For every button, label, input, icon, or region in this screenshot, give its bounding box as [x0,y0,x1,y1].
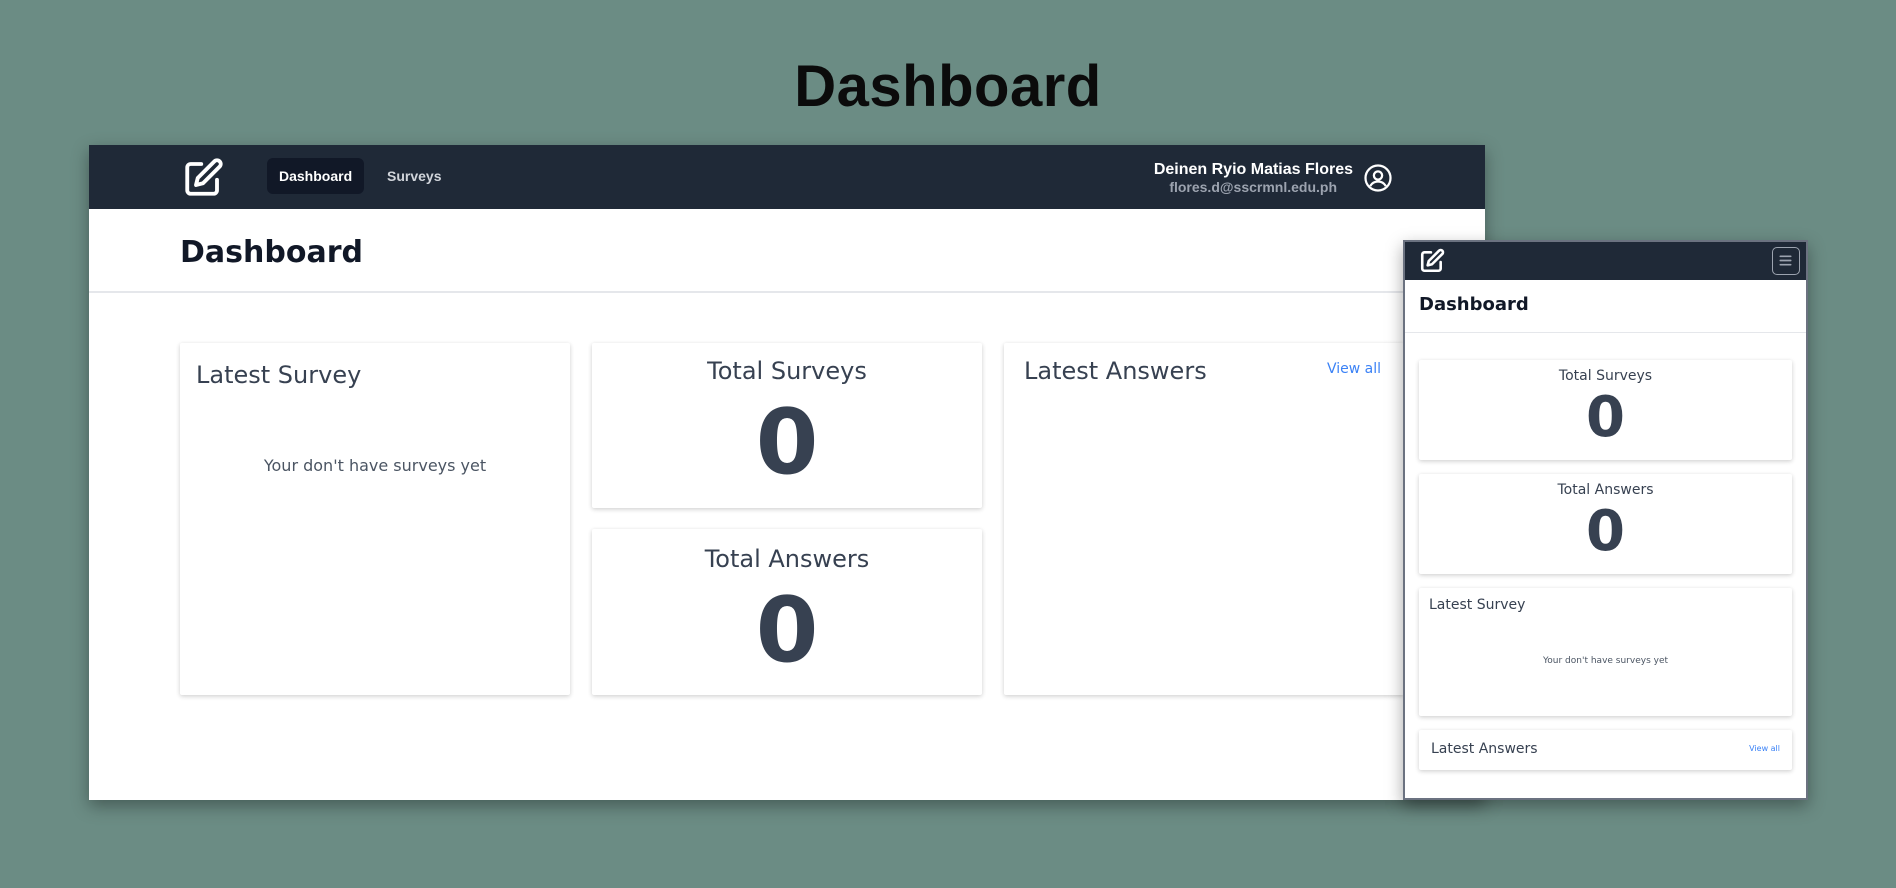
nav-tab-dashboard[interactable]: Dashboard [267,158,365,194]
mobile-total-answers-card: Total Answers 0 [1419,474,1792,574]
user-name: Deinen Ryio Matias Flores [1153,161,1353,178]
mobile-latest-survey-title: Latest Survey [1429,597,1526,613]
edit-square-icon[interactable] [182,157,224,199]
mobile-total-surveys-count: 0 [1586,385,1625,450]
user-info: Deinen Ryio Matias Flores flores.d@sscrm… [1154,161,1353,195]
latest-answers-title: Latest Answers [1024,357,1207,385]
mobile-total-answers-title: Total Answers [1557,482,1654,498]
total-surveys-title: Total Surveys [707,357,867,385]
total-answers-card: Total Answers 0 [592,529,982,695]
mobile-page-header: Dashboard [1405,280,1806,333]
top-navbar: Dashboard Surveys Deinen Ryio Matias Flo… [89,145,1485,209]
mobile-total-answers-count: 0 [1586,499,1625,564]
total-surveys-count: 0 [755,390,819,495]
latest-survey-title: Latest Survey [196,361,362,389]
page-title: Dashboard [180,235,363,270]
latest-survey-card: Latest Survey Your don't have surveys ye… [180,343,570,695]
mobile-empty-surveys-text: Your don't have surveys yet [1542,656,1669,666]
mobile-latest-answers-title: Latest Answers [1431,741,1538,757]
hamburger-menu-icon[interactable] [1772,247,1800,275]
mobile-total-surveys-card: Total Surveys 0 [1419,360,1792,460]
user-circle-icon[interactable] [1363,163,1393,193]
total-answers-title: Total Answers [704,545,870,573]
hero-title: Dashboard [794,54,1102,119]
user-email: flores.d@sscrmnl.edu.ph [1169,179,1337,195]
mobile-screen: Dashboard Total Surveys 0 Total Answers … [1403,240,1808,800]
total-surveys-card: Total Surveys 0 [592,343,982,508]
desktop-screen: Dashboard Surveys Deinen Ryio Matias Flo… [89,145,1485,800]
total-answers-count: 0 [755,578,819,683]
mobile-latest-answers-card: Latest Answers View all [1419,730,1792,770]
view-all-answers-link[interactable]: View all [1327,361,1381,377]
page-header: Dashboard [89,209,1485,293]
mobile-page-title: Dashboard [1419,294,1529,315]
latest-answers-card: Latest Answers View all [1004,343,1404,695]
mobile-navbar [1405,242,1806,280]
mobile-view-all-answers-link[interactable]: View all [1749,744,1780,753]
mobile-total-surveys-title: Total Surveys [1558,368,1653,384]
mobile-latest-survey-card: Latest Survey Your don't have surveys ye… [1419,588,1792,716]
edit-square-icon[interactable] [1419,248,1445,274]
empty-surveys-text: Your don't have surveys yet [263,456,487,475]
nav-tab-surveys[interactable]: Surveys [375,158,453,194]
